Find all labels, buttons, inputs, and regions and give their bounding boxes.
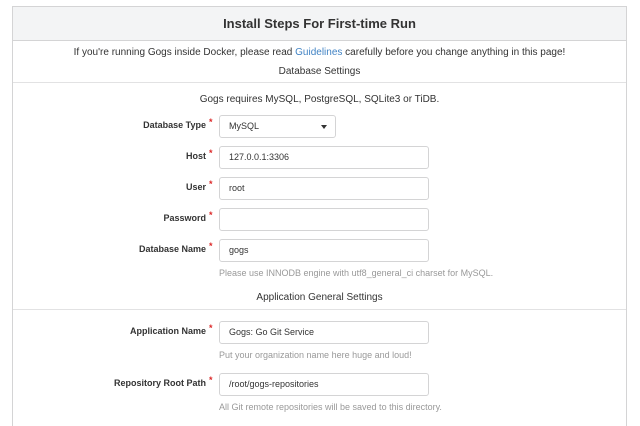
user-required-marker: *: [209, 179, 213, 189]
docker-note-before: If you're running Gogs inside Docker, pl…: [73, 47, 296, 58]
application-name-help: Put your organization name here huge and…: [219, 350, 412, 360]
database-section-divider: [13, 82, 626, 83]
application-name-required-marker: *: [209, 323, 213, 333]
user-label: User: [185, 182, 206, 192]
database-name-help: Please use INNODB engine with utf8_gener…: [219, 268, 494, 278]
database-type-required-marker: *: [209, 117, 213, 127]
host-input[interactable]: 127.0.0.1:3306: [219, 146, 429, 169]
database-type-select[interactable]: MySQL: [219, 115, 336, 138]
database-name-value: gogs: [229, 245, 249, 255]
application-name-value: Gogs: Go Git Service: [229, 327, 315, 337]
user-input[interactable]: root: [219, 177, 429, 200]
repository-root-path-input[interactable]: /root/gogs-repositories: [219, 373, 429, 396]
database-type-value: MySQL: [229, 121, 260, 131]
database-type-label: Database Type: [143, 120, 206, 130]
guidelines-link[interactable]: Guidelines: [295, 47, 342, 58]
install-header: Install Steps For First-time Run: [13, 7, 626, 41]
database-name-input[interactable]: gogs: [219, 239, 429, 262]
database-settings-title: Database Settings: [278, 66, 361, 77]
user-value: root: [229, 183, 245, 193]
caret-down-icon: [321, 125, 327, 129]
password-input[interactable]: [219, 208, 429, 231]
page-title: Install Steps For First-time Run: [223, 16, 416, 31]
password-label: Password: [163, 213, 206, 223]
repository-root-path-label: Repository Root Path: [113, 378, 206, 388]
password-required-marker: *: [209, 210, 213, 220]
application-name-input[interactable]: Gogs: Go Git Service: [219, 321, 429, 344]
application-section-divider: [13, 309, 626, 310]
docker-note-after: carefully before you change anything in …: [342, 47, 566, 58]
database-name-label: Database Name: [138, 244, 206, 254]
repository-root-path-value: /root/gogs-repositories: [229, 379, 319, 389]
repository-root-path-required-marker: *: [209, 375, 213, 385]
host-label: Host: [186, 151, 206, 161]
application-settings-title: Application General Settings: [256, 292, 383, 303]
database-requires-note: Gogs requires MySQL, PostgreSQL, SQLite3…: [199, 94, 440, 105]
host-required-marker: *: [209, 148, 213, 158]
host-value: 127.0.0.1:3306: [229, 152, 290, 162]
database-name-required-marker: *: [209, 241, 213, 251]
repository-root-path-help: All Git remote repositories will be save…: [219, 402, 442, 412]
install-form-card: Install Steps For First-time Run If you'…: [12, 6, 627, 426]
application-name-label: Application Name: [129, 326, 206, 336]
docker-note: If you're running Gogs inside Docker, pl…: [13, 47, 626, 58]
